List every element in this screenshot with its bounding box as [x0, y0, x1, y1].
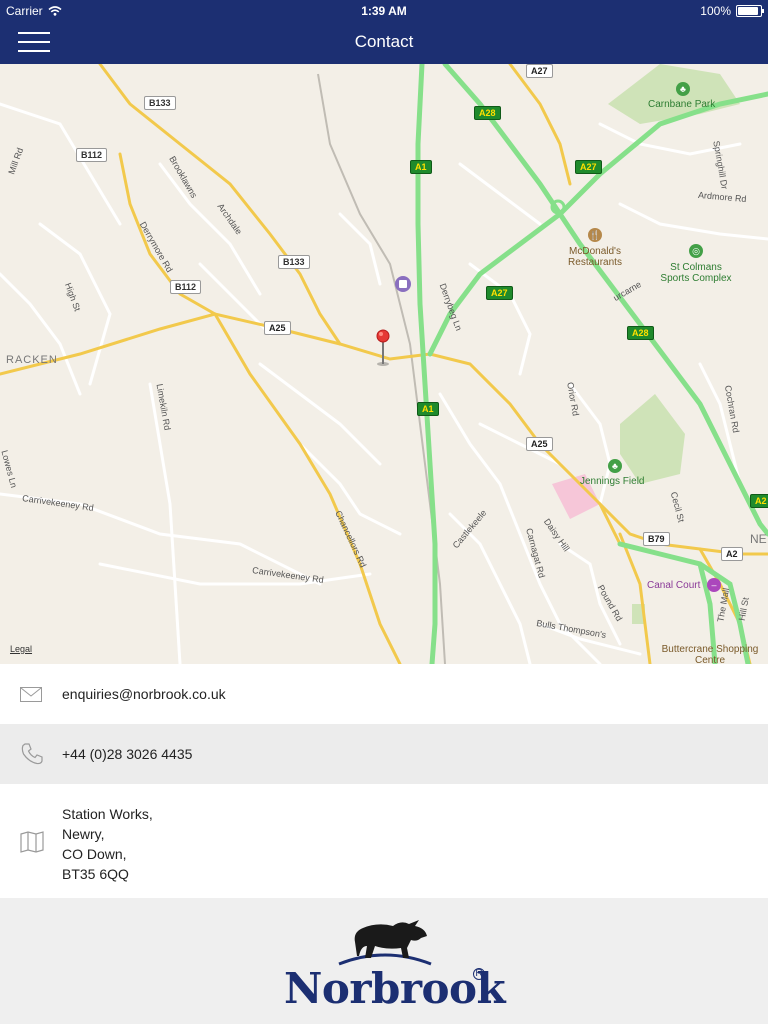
road-shield: B133 [278, 255, 310, 269]
address-line: CO Down, [62, 846, 127, 862]
road-shield: B112 [170, 280, 202, 294]
map-icon [20, 831, 44, 853]
road-shield: A28 [474, 106, 501, 120]
sports-icon: ◎ [689, 244, 703, 258]
bull-logo-icon [338, 920, 432, 966]
road-shield: A25 [264, 321, 291, 335]
road-shield: A25 [526, 437, 553, 451]
area-label: RACKEN [6, 354, 58, 366]
email-row[interactable]: enquiries@norbrook.co.uk [0, 664, 768, 724]
page-title: Contact [354, 32, 414, 51]
status-bar: Carrier 1:39 AM 100% [0, 0, 768, 20]
email-text: enquiries@norbrook.co.uk [62, 686, 226, 702]
restaurant-icon: 🍴 [588, 228, 602, 242]
poi-label: Buttercrane Shopping Centre [661, 644, 759, 664]
poi-label: Carnbane Park [648, 99, 716, 110]
registered-mark: R [473, 968, 485, 980]
phone-text: +44 (0)28 3026 4435 [62, 746, 193, 762]
battery-percent: 100% [700, 4, 731, 18]
address-line: Newry, [62, 826, 105, 842]
battery-icon [736, 5, 764, 17]
logo-wordmark: Norbrook [284, 964, 506, 1013]
shopping-icon: – [707, 578, 721, 592]
address-text: Station Works, Newry, CO Down, BT35 6QQ [62, 804, 153, 884]
location-pin-icon [376, 329, 390, 366]
map-roads [0, 64, 768, 664]
road-shield: B79 [643, 532, 670, 546]
poi-label: St Colmans Sports Complex [660, 262, 732, 284]
road-shield: A27 [575, 160, 602, 174]
road-shield: B112 [76, 148, 108, 162]
road-shield: A27 [526, 64, 553, 78]
poi-label: Canal Court [647, 580, 701, 591]
address-row[interactable]: Station Works, Newry, CO Down, BT35 6QQ [0, 784, 768, 898]
park-icon: ♣ [608, 459, 622, 473]
nav-bar: Contact [0, 20, 768, 64]
road-shield: A2 [721, 547, 743, 561]
footer-logo-area: Norbrook R [0, 898, 768, 1024]
road-shield: A1 [410, 160, 432, 174]
road-shield: B133 [144, 96, 176, 110]
map-view[interactable]: B133 B112 B133 B112 A27 A28 A1 A27 A27 A… [0, 64, 768, 664]
road-shield: A1 [417, 402, 439, 416]
road-shield: A27 [486, 286, 513, 300]
poi-label: McDonald's Restaurants [568, 246, 622, 268]
legal-link[interactable]: Legal [10, 644, 32, 654]
status-time: 1:39 AM [361, 4, 407, 18]
park-icon: ♣ [676, 82, 690, 96]
mail-icon [20, 687, 42, 702]
road-shield: A2 [750, 494, 768, 508]
area-label: NE [750, 532, 767, 546]
top-bar: Carrier 1:39 AM 100% Contact [0, 0, 768, 64]
phone-row[interactable]: +44 (0)28 3026 4435 [0, 724, 768, 784]
poi-label: Jennings Field [580, 476, 645, 487]
road-shield: A28 [627, 326, 654, 340]
address-line: BT35 6QQ [62, 866, 129, 882]
address-line: Station Works, [62, 806, 153, 822]
phone-icon [21, 743, 43, 765]
